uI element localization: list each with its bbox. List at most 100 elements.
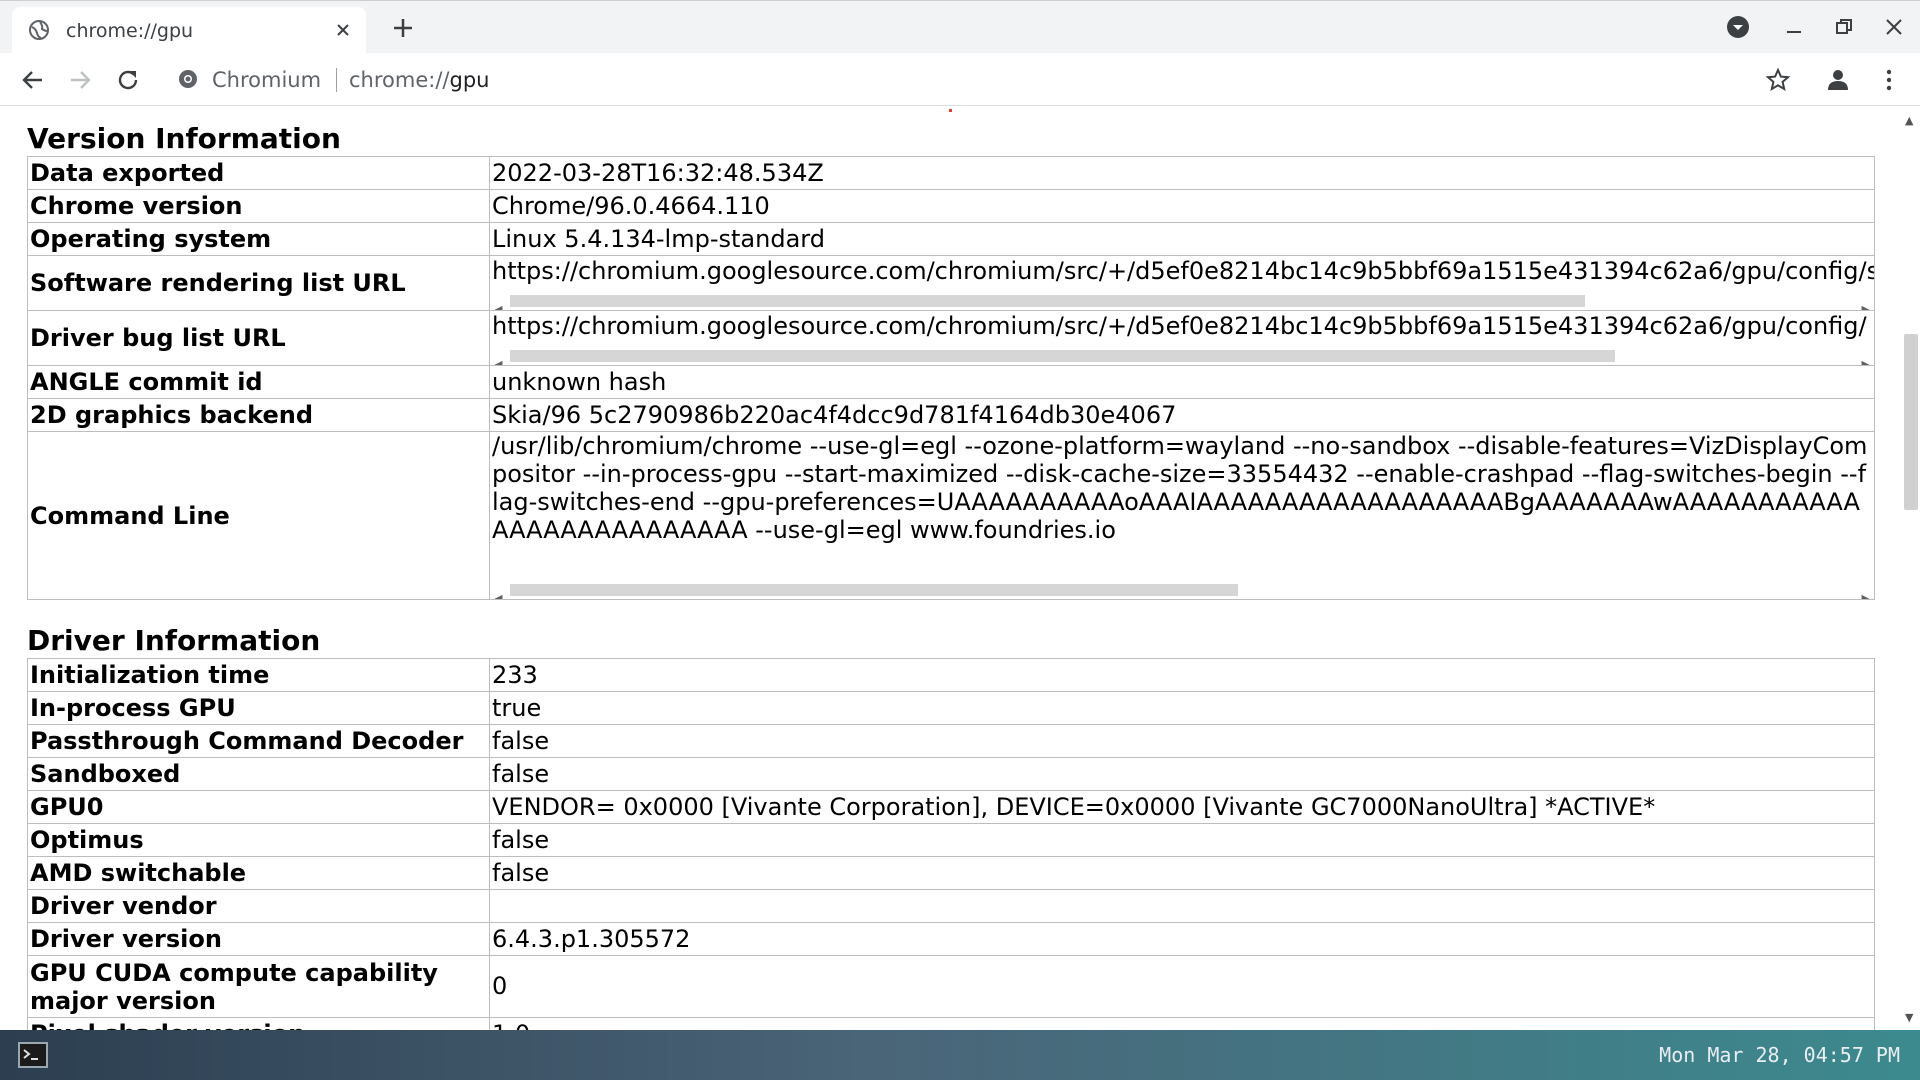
row-value: 1.0: [489, 1017, 1875, 1030]
profile-icon[interactable]: [1825, 67, 1851, 93]
table-row: Operating system Linux 5.4.134-lmp-stand…: [27, 222, 1875, 256]
tab-close-icon[interactable]: [332, 19, 354, 41]
table-row: Pixel shader version 1.0: [27, 1017, 1875, 1030]
close-window-icon[interactable]: [1882, 15, 1906, 39]
scrollbar-thumb[interactable]: [510, 584, 1238, 596]
horizontal-scrollbar[interactable]: ◀ ▶: [491, 290, 1874, 310]
row-value-scroll: /usr/lib/chromium/chrome --use-gl=egl --…: [489, 431, 1875, 600]
table-row: In-process GPU true: [27, 691, 1875, 725]
table-row: ANGLE commit id unknown hash: [27, 365, 1875, 399]
omnibox-origin: Chromium: [212, 68, 322, 92]
row-value: 6.4.3.p1.305572: [489, 922, 1875, 956]
table-row: 2D graphics backend Skia/96 5c2790986b22…: [27, 398, 1875, 432]
scrollbar-thumb[interactable]: [510, 350, 1615, 362]
bookmark-star-icon[interactable]: [1765, 67, 1791, 93]
toolbar: Chromium chrome://gpu: [0, 53, 1920, 106]
row-key: In-process GPU: [27, 691, 490, 725]
url-host: gpu: [449, 68, 490, 92]
table-row: Driver bug list URL https://chromium.goo…: [27, 310, 1875, 366]
scroll-down-icon[interactable]: ▼: [1905, 1011, 1913, 1024]
row-value: 2022-03-28T16:32:48.534Z: [489, 156, 1875, 190]
row-value-scroll: https://chromium.googlesource.com/chromi…: [489, 310, 1875, 366]
url-prefix: chrome://: [349, 68, 450, 92]
row-key: Sandboxed: [27, 757, 490, 791]
driver-info-heading: Driver Information: [27, 624, 321, 657]
table-row: GPU0 VENDOR= 0x0000 [Vivante Corporation…: [27, 790, 1875, 824]
table-row: Chrome version Chrome/96.0.4664.110: [27, 189, 1875, 223]
row-key: Data exported: [27, 156, 490, 190]
driver-bug-list-url: https://chromium.googlesource.com/chromi…: [492, 312, 1867, 340]
row-value: Linux 5.4.134-lmp-standard: [489, 222, 1875, 256]
back-icon[interactable]: [20, 67, 46, 93]
omnibox-separator: [336, 68, 337, 92]
scroll-left-icon[interactable]: ◀: [494, 294, 502, 310]
row-key: ANGLE commit id: [27, 365, 490, 399]
row-key: Driver bug list URL: [27, 310, 490, 366]
table-row: GPU CUDA compute capability major versio…: [27, 955, 1875, 1018]
row-key: AMD switchable: [27, 856, 490, 890]
forward-icon[interactable]: [67, 67, 93, 93]
row-key: Operating system: [27, 222, 490, 256]
row-value: false: [489, 823, 1875, 857]
page-scrollbar[interactable]: ▲ ▼: [1900, 106, 1920, 1030]
row-value: 233: [489, 658, 1875, 692]
row-key: Pixel shader version: [27, 1017, 490, 1030]
row-value: Skia/96 5c2790986b220ac4f4dcc9d781f4164d…: [489, 398, 1875, 432]
scroll-right-icon[interactable]: ▶: [1862, 583, 1870, 599]
row-key: Initialization time: [27, 658, 490, 692]
scroll-right-icon[interactable]: ▶: [1862, 294, 1870, 310]
row-key: Driver vendor: [27, 889, 490, 923]
command-line-text: /usr/lib/chromium/chrome --use-gl=egl --…: [492, 432, 1868, 545]
taskbar-clock: Mon Mar 28, 04:57 PM: [1659, 1043, 1900, 1067]
table-row: Initialization time 233: [27, 658, 1875, 692]
scroll-right-icon[interactable]: ▶: [1862, 349, 1870, 365]
loading-dot: [949, 109, 952, 112]
table-row: Data exported 2022-03-28T16:32:48.534Z: [27, 156, 1875, 190]
tab-gpu[interactable]: chrome://gpu: [12, 7, 366, 54]
scrollbar-thumb[interactable]: [510, 295, 1585, 307]
row-key: Optimus: [27, 823, 490, 857]
row-value: true: [489, 691, 1875, 725]
row-key: 2D graphics backend: [27, 398, 490, 432]
row-value: false: [489, 856, 1875, 890]
horizontal-scrollbar[interactable]: ◀ ▶: [491, 345, 1874, 365]
terminal-icon[interactable]: [18, 1042, 48, 1068]
row-key: Driver version: [27, 922, 490, 956]
table-row: Driver vendor: [27, 889, 1875, 923]
row-key: GPU0: [27, 790, 490, 824]
tab-title: chrome://gpu: [66, 20, 194, 42]
page-scrollbar-thumb[interactable]: [1904, 334, 1918, 510]
menu-dots-icon[interactable]: [1876, 67, 1902, 93]
table-row: Driver version 6.4.3.p1.305572: [27, 922, 1875, 956]
tab-strip: chrome://gpu: [0, 0, 1920, 54]
chromium-logo-icon: [178, 69, 198, 93]
minimize-icon[interactable]: [1782, 15, 1806, 39]
software-rendering-list-url: https://chromium.googlesource.com/chromi…: [492, 257, 1875, 285]
taskbar: Mon Mar 28, 04:57 PM: [0, 1030, 1920, 1080]
row-key: GPU CUDA compute capability major versio…: [27, 955, 490, 1018]
driver-info-table: Initialization time 233 In-process GPU t…: [27, 658, 1875, 1030]
row-key: Chrome version: [27, 189, 490, 223]
row-value: false: [489, 757, 1875, 791]
version-info-table: Data exported 2022-03-28T16:32:48.534Z C…: [27, 156, 1875, 600]
table-row: AMD switchable false: [27, 856, 1875, 890]
row-value-scroll: https://chromium.googlesource.com/chromi…: [489, 255, 1875, 311]
omnibox[interactable]: Chromium chrome://gpu: [164, 58, 1784, 100]
row-value: Chrome/96.0.4664.110: [489, 189, 1875, 223]
tab-search-icon[interactable]: [1726, 15, 1750, 39]
row-value: 0: [489, 955, 1875, 1018]
scroll-up-icon[interactable]: ▲: [1905, 114, 1913, 127]
table-row: Sandboxed false: [27, 757, 1875, 791]
restore-icon[interactable]: [1832, 15, 1856, 39]
omnibox-url[interactable]: chrome://gpu: [349, 68, 489, 92]
scroll-left-icon[interactable]: ◀: [494, 349, 502, 365]
new-tab-icon[interactable]: [390, 15, 416, 41]
page-content: Version Information Data exported 2022-0…: [0, 106, 1900, 1030]
scroll-left-icon[interactable]: ◀: [494, 583, 502, 599]
reload-icon[interactable]: [115, 67, 141, 93]
version-info-heading: Version Information: [27, 122, 341, 155]
row-value: unknown hash: [489, 365, 1875, 399]
row-value: VENDOR= 0x0000 [Vivante Corporation], DE…: [489, 790, 1875, 824]
row-key: Passthrough Command Decoder: [27, 724, 490, 758]
horizontal-scrollbar[interactable]: ◀ ▶: [491, 579, 1874, 599]
